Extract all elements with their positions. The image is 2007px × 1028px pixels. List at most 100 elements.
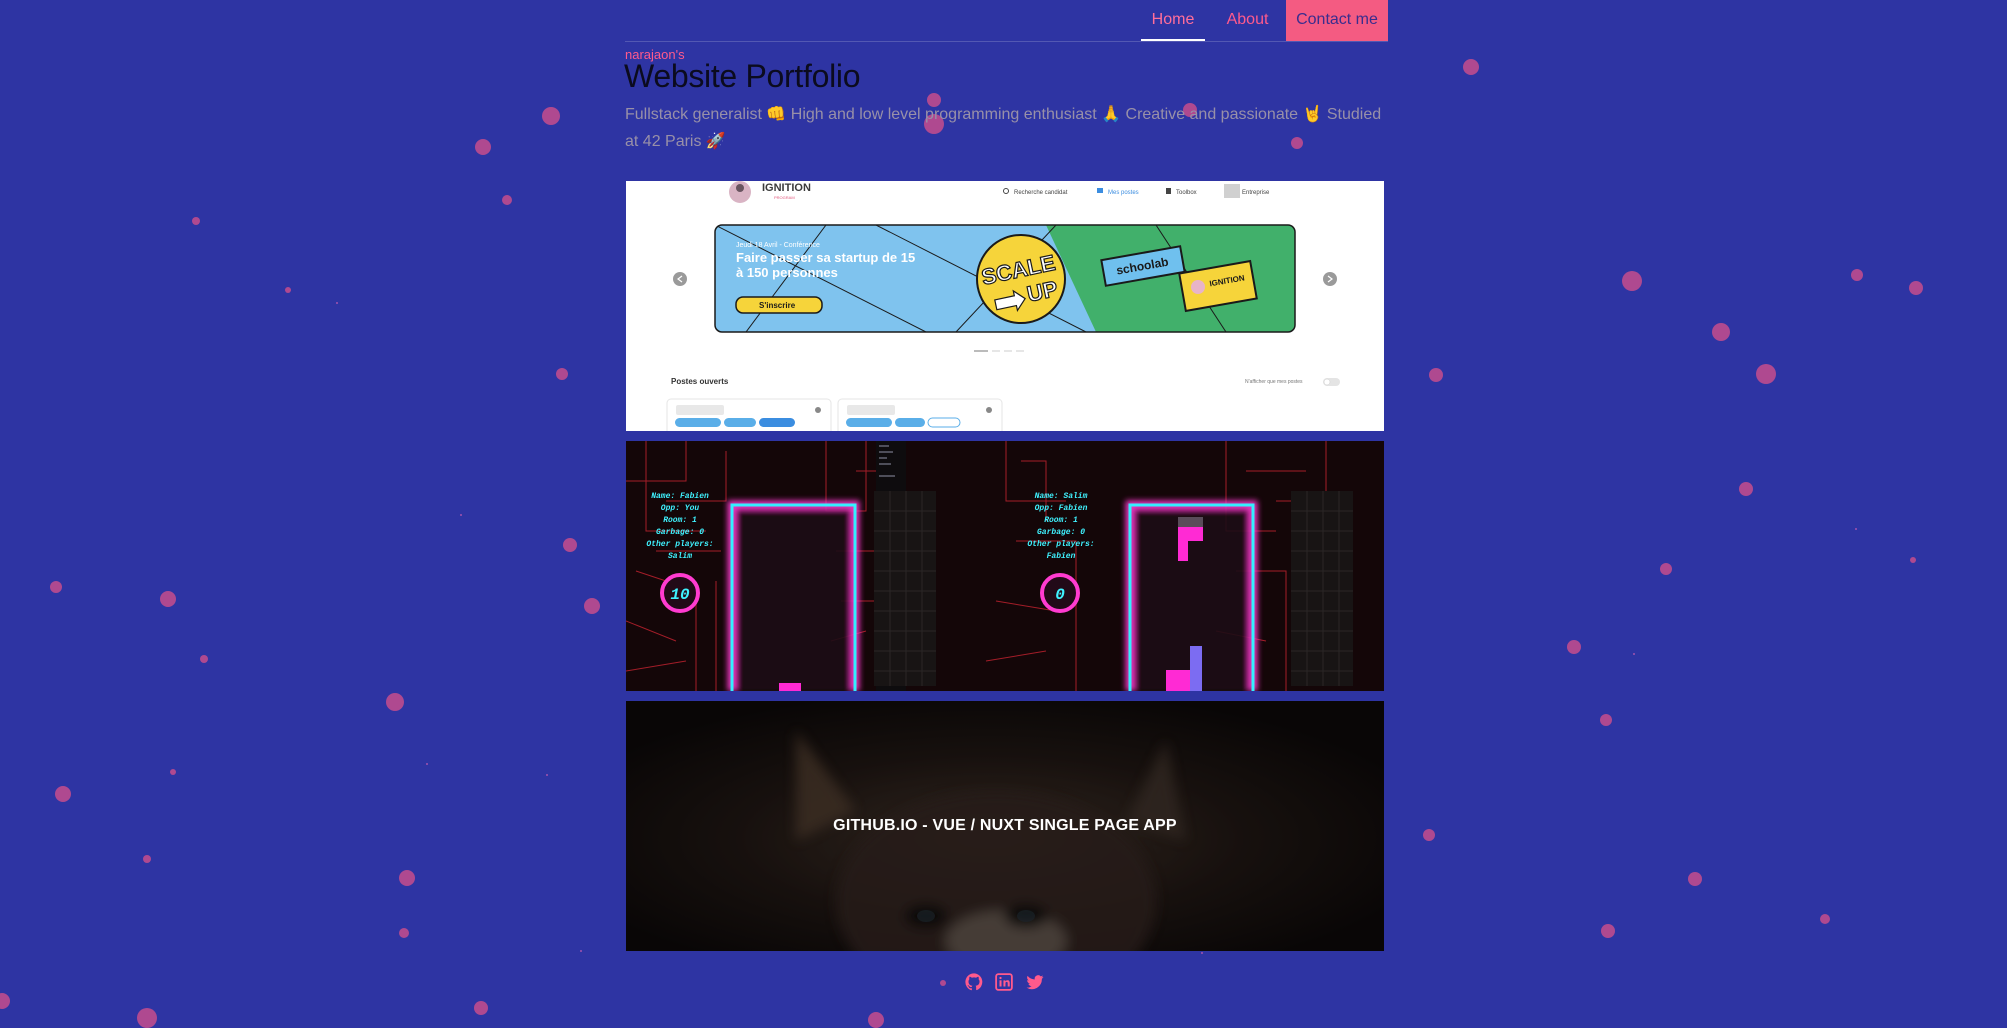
banner-date: Jeudi 18 Avril - Conférence (736, 242, 820, 249)
particle-dot (556, 368, 568, 380)
tag (895, 418, 925, 427)
carousel-indicator (974, 350, 988, 352)
particle-dot (399, 928, 409, 938)
banner-signup-label: S'inscrire (759, 301, 796, 310)
tetris-block (1178, 541, 1188, 561)
particle-dot (1820, 914, 1830, 924)
particle-dot (50, 581, 62, 593)
particle-spark (1855, 528, 1857, 530)
job-card-title-placeholder (676, 405, 724, 415)
scoreboard-right-line: Opp: Fabien (1035, 504, 1088, 513)
particle-spark (336, 302, 338, 304)
tetris-block (1166, 670, 1190, 691)
scoreboard-right-line: Garbage: 0 (1037, 528, 1085, 537)
briefcase-icon (1097, 188, 1103, 193)
nav-about-link[interactable]: About (1216, 0, 1279, 41)
twitter-icon (1026, 975, 1044, 990)
carousel-indicator (1004, 350, 1012, 352)
particle-dot (868, 1012, 884, 1028)
particle-dot (285, 287, 291, 293)
ignition-screenshot: IGNITION PROGRAM Recherche candidat Mes … (626, 181, 1384, 431)
particle-dot (1851, 269, 1863, 281)
particle-dot (1712, 323, 1730, 341)
scoreboard-right-line: Room: 1 (1044, 516, 1078, 525)
particle-dot (563, 538, 577, 552)
tag (927, 417, 961, 428)
menu-item-search: Recherche candidat (1014, 190, 1068, 196)
particle-dot (1567, 640, 1581, 654)
particle-dot (170, 769, 176, 775)
nav-contact-button[interactable]: Contact me (1286, 0, 1388, 41)
tetris-block (1190, 646, 1202, 691)
github-link[interactable] (965, 973, 983, 991)
particle-dot (940, 980, 946, 986)
project-card-tetris[interactable]: Name: Fabien Opp: You Room: 1 Garbage: 0… (626, 441, 1384, 691)
twitter-link[interactable] (1026, 973, 1044, 991)
particle-spark (546, 774, 548, 776)
project-caption-github-io: GITHUB.IO - VUE / NUXT SINGLE PAGE APP (833, 817, 1177, 834)
project-card-ignition[interactable]: IGNITION PROGRAM Recherche candidat Mes … (626, 181, 1384, 431)
tag (675, 418, 721, 427)
scoreboard-right-line: Name: Salim (1035, 492, 1088, 501)
grid-panel-right (1291, 491, 1353, 686)
scoreboard-left-line: Other players: (646, 540, 713, 549)
gear-icon (986, 407, 992, 413)
linkedin-icon (995, 973, 1013, 991)
particle-dot (1739, 482, 1753, 496)
tetris-block (1178, 527, 1203, 541)
tetris-board-right (1125, 500, 1258, 691)
particle-dot (584, 598, 600, 614)
particle-dot (1463, 59, 1479, 75)
scoreboard-left-line: Garbage: 0 (656, 528, 704, 537)
scoreboard-left-line: Opp: You (661, 504, 700, 513)
tetris-board-left (727, 500, 860, 691)
particle-dot (1622, 271, 1642, 291)
banner-headline-line-1: Faire passer sa startup de 15 (736, 250, 915, 265)
particle-dot (474, 1001, 488, 1015)
score-right: 0 (1055, 586, 1065, 604)
particle-dot (55, 786, 71, 802)
particle-dot (1688, 872, 1702, 886)
particle-spark (426, 763, 428, 765)
top-navigation: Home About Contact me (625, 0, 1388, 42)
particle-dot (475, 139, 491, 155)
ignition-logo-subtext: PROGRAM (774, 195, 795, 200)
particle-dot (1429, 368, 1443, 382)
tetris-block (1178, 517, 1203, 527)
particle-dot (1660, 563, 1672, 575)
filter-toggle-label: N'afficher que mes postes (1245, 379, 1303, 385)
particle-dot (192, 217, 200, 225)
toolbox-icon (1166, 188, 1171, 194)
particle-dot (0, 993, 10, 1009)
gear-icon (815, 407, 821, 413)
tag (846, 418, 892, 427)
particle-dot (399, 870, 415, 886)
job-card-title-placeholder (847, 405, 895, 415)
particle-spark (1633, 653, 1635, 655)
event-banner: SCALE UP schoolab IGNITION Jeudi 18 Avri… (715, 225, 1295, 332)
particle-dot (1601, 924, 1615, 938)
nav-home-link[interactable]: Home (1141, 0, 1205, 41)
scoreboard-right-line: Other players: (1027, 540, 1094, 549)
particle-dot (1423, 829, 1435, 841)
score-left: 10 (670, 586, 690, 604)
particle-spark (1201, 952, 1203, 954)
carousel-prev-button (673, 272, 687, 286)
carousel-indicator (1016, 350, 1024, 352)
particle-dot (1756, 364, 1776, 384)
particle-dot (1910, 557, 1916, 563)
github-icon (965, 973, 983, 991)
particle-spark (460, 514, 462, 516)
carousel-next-button (1323, 272, 1337, 286)
linkedin-link[interactable] (995, 973, 1013, 991)
project-card-github-io[interactable]: GITHUB.IO - VUE / NUXT SINGLE PAGE APP (626, 701, 1384, 951)
carousel-indicator (992, 350, 1000, 352)
particle-spark (580, 950, 582, 952)
particle-dot (137, 1008, 157, 1028)
menu-item-company: Entreprise (1242, 190, 1270, 196)
section-title: Postes ouverts (671, 377, 729, 386)
scoreboard-left-line: Room: 1 (663, 516, 697, 525)
page-title: Website Portfolio (624, 58, 861, 94)
tag (724, 418, 756, 427)
scoreboard-left-line: Name: Fabien (651, 492, 709, 501)
